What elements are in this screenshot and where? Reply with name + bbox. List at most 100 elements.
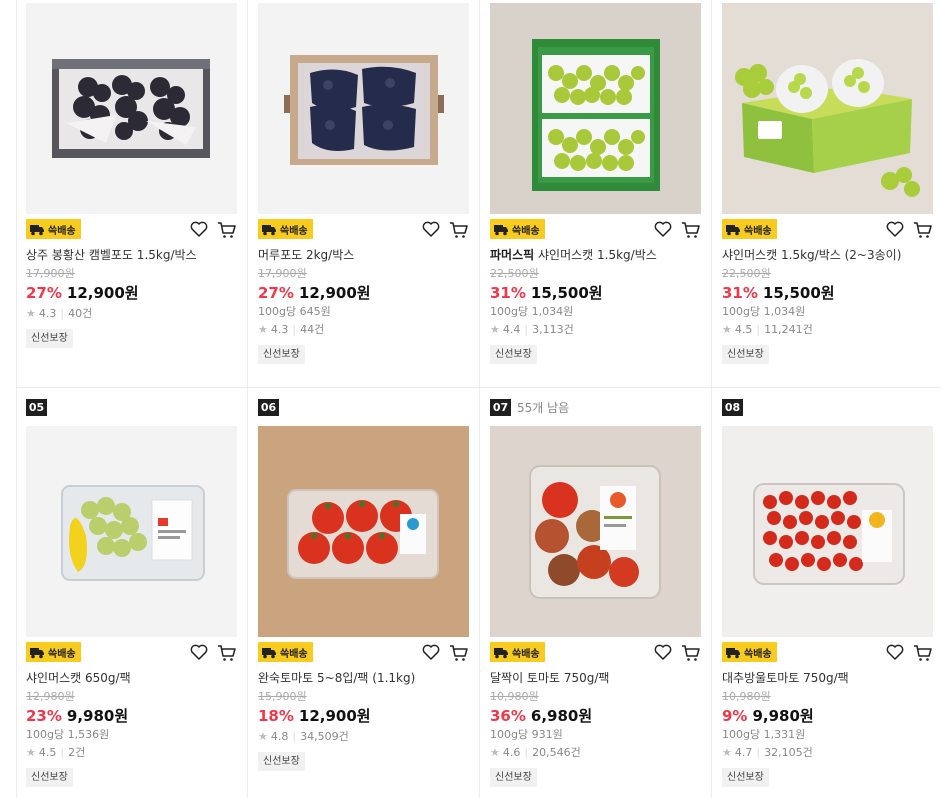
rank-badge: 06 [258, 398, 279, 416]
badge-label: 쓱배송 [512, 225, 540, 237]
badge-label: 쓱배송 [280, 225, 308, 237]
product-name[interactable]: 머루포도 2kg/박스 [258, 247, 469, 263]
sale-price: 6,980원 [530, 707, 593, 725]
star-icon: ★ [722, 746, 732, 759]
review-count: 2건 [68, 746, 86, 759]
star-icon: ★ [722, 323, 732, 336]
delivery-truck-icon [262, 647, 276, 658]
star-icon: ★ [26, 307, 36, 320]
badge-label: 쓱배송 [280, 648, 308, 660]
original-price: 12,980원 [26, 690, 75, 703]
product-name[interactable]: 상주 봉황산 캠벨포도 1.5kg/박스 [26, 247, 237, 263]
rank-badge: 05 [26, 398, 47, 416]
divider: | [756, 323, 761, 336]
original-price: 10,980원 [490, 690, 539, 703]
heart-icon[interactable] [421, 642, 441, 662]
product-image-pack-ripe-tomatoes[interactable] [258, 426, 469, 637]
product-name[interactable]: 달짝이 토마토 750g/팩 [490, 670, 701, 686]
sale-price: 9,980원 [66, 707, 129, 725]
product-card[interactable]: 08 쓱배송 대추방울토마토 750g/팩 10,980원 9% 9,980원 … [712, 388, 941, 798]
rank-badge: 07 [490, 398, 511, 416]
product-card[interactable]: 쓱배송 파머스픽 샤인머스캣 1.5kg/박스 22,500원 31% 15,5… [480, 0, 711, 387]
ssg-delivery-badge: 쓱배송 [26, 642, 81, 662]
review-count: 11,241건 [764, 323, 813, 336]
product-card[interactable]: 쓱배송 샤인머스캣 1.5kg/박스 (2~3송이) 22,500원 31% 1… [712, 0, 941, 387]
heart-icon[interactable] [189, 219, 209, 239]
badge-label: 쓱배송 [48, 225, 76, 237]
cart-icon[interactable] [913, 220, 933, 240]
original-price: 22,500원 [722, 267, 771, 280]
original-price: 17,900원 [258, 267, 307, 280]
delivery-truck-icon [494, 224, 508, 235]
heart-icon[interactable] [885, 642, 905, 662]
product-image-box-of-bagged-grapes[interactable] [258, 3, 469, 214]
product-image-pack-shine-muscat[interactable] [26, 426, 237, 637]
product-name[interactable]: 대추방울토마토 750g/팩 [722, 670, 933, 686]
discount-rate: 23% [26, 707, 62, 725]
rating-score: 4.6 [502, 746, 521, 759]
unit-price: 100g당 1,536원 [26, 728, 110, 741]
unit-price: 100g당 1,034원 [722, 305, 806, 318]
fresh-guarantee-tag: 신선보장 [258, 752, 305, 771]
review-count: 34,509건 [300, 730, 349, 743]
product-name[interactable]: 샤인머스캣 650g/팩 [26, 670, 237, 686]
sale-price: 15,500원 [530, 284, 603, 302]
fresh-guarantee-tag: 신선보장 [490, 768, 537, 787]
heart-icon[interactable] [653, 642, 673, 662]
badge-label: 쓱배송 [48, 648, 76, 660]
product-image-pack-cherry-tomatoes[interactable] [722, 426, 933, 637]
rating-score: 4.3 [270, 323, 289, 336]
heart-icon[interactable] [189, 642, 209, 662]
rank-badge: 08 [722, 398, 743, 416]
cart-icon[interactable] [681, 643, 701, 663]
product-image-gift-box-shine-muscat[interactable] [722, 3, 933, 214]
heart-icon[interactable] [653, 219, 673, 239]
cart-icon[interactable] [217, 643, 237, 663]
divider: | [524, 323, 529, 336]
star-icon: ★ [258, 323, 268, 336]
fresh-guarantee-tag: 신선보장 [722, 768, 769, 787]
cart-icon[interactable] [449, 643, 469, 663]
product-card[interactable]: 07 55개 남음 쓱배송 달짝이 토마토 750g/팩 10,980원 36%… [480, 388, 711, 798]
brand-name: 파머스픽 [490, 248, 535, 262]
rating-score: 4.8 [270, 730, 289, 743]
product-name[interactable]: 파머스픽 샤인머스캣 1.5kg/박스 [490, 247, 701, 263]
cart-icon[interactable] [681, 220, 701, 240]
rating-score: 4.5 [734, 323, 753, 336]
product-card[interactable]: 05 쓱배송 샤인머스캣 650g/팩 12,980원 23% 9,980원 1… [16, 388, 247, 798]
rating: ★ 4.8 | 34,509건 [258, 730, 469, 744]
ssg-delivery-badge: 쓱배송 [26, 219, 81, 239]
cart-icon[interactable] [217, 220, 237, 240]
rating-score: 4.3 [38, 307, 57, 320]
delivery-truck-icon [262, 224, 276, 235]
divider: | [524, 746, 529, 759]
sale-price: 12,900원 [298, 284, 371, 302]
divider: | [60, 746, 65, 759]
sale-price: 15,500원 [762, 284, 835, 302]
heart-icon[interactable] [885, 219, 905, 239]
product-name[interactable]: 완숙토마토 5~8입/팩 (1.1kg) [258, 670, 469, 686]
cart-icon[interactable] [913, 643, 933, 663]
original-price: 10,980원 [722, 690, 771, 703]
product-card[interactable]: 쓱배송 상주 봉황산 캠벨포도 1.5kg/박스 17,900원 27% 12,… [16, 0, 247, 387]
product-image-green-box-shine-muscat[interactable] [490, 3, 701, 214]
sale-price: 12,900원 [298, 707, 371, 725]
stock-remaining: 55개 남음 [517, 400, 570, 415]
delivery-truck-icon [726, 647, 740, 658]
product-card[interactable]: 06 쓱배송 완숙토마토 5~8입/팩 (1.1kg) 15,900원 18% … [248, 388, 479, 798]
discount-rate: 18% [258, 707, 294, 725]
cart-icon[interactable] [449, 220, 469, 240]
sale-price: 9,980원 [752, 707, 814, 725]
heart-icon[interactable] [421, 219, 441, 239]
delivery-truck-icon [726, 224, 740, 235]
product-image-pack-mixed-tomatoes[interactable] [490, 426, 701, 637]
rating: ★ 4.4 | 3,113건 [490, 323, 701, 337]
ssg-delivery-badge: 쓱배송 [490, 219, 545, 239]
ssg-delivery-badge: 쓱배송 [490, 642, 545, 662]
product-name[interactable]: 샤인머스캣 1.5kg/박스 (2~3송이) [722, 247, 933, 263]
original-price: 15,900원 [258, 690, 307, 703]
rating: ★ 4.6 | 20,546건 [490, 746, 701, 760]
unit-price: 100g당 645원 [258, 305, 331, 318]
product-card[interactable]: 쓱배송 머루포도 2kg/박스 17,900원 27% 12,900원 100g… [248, 0, 479, 387]
product-image-box-of-dark-grapes[interactable] [26, 3, 237, 214]
